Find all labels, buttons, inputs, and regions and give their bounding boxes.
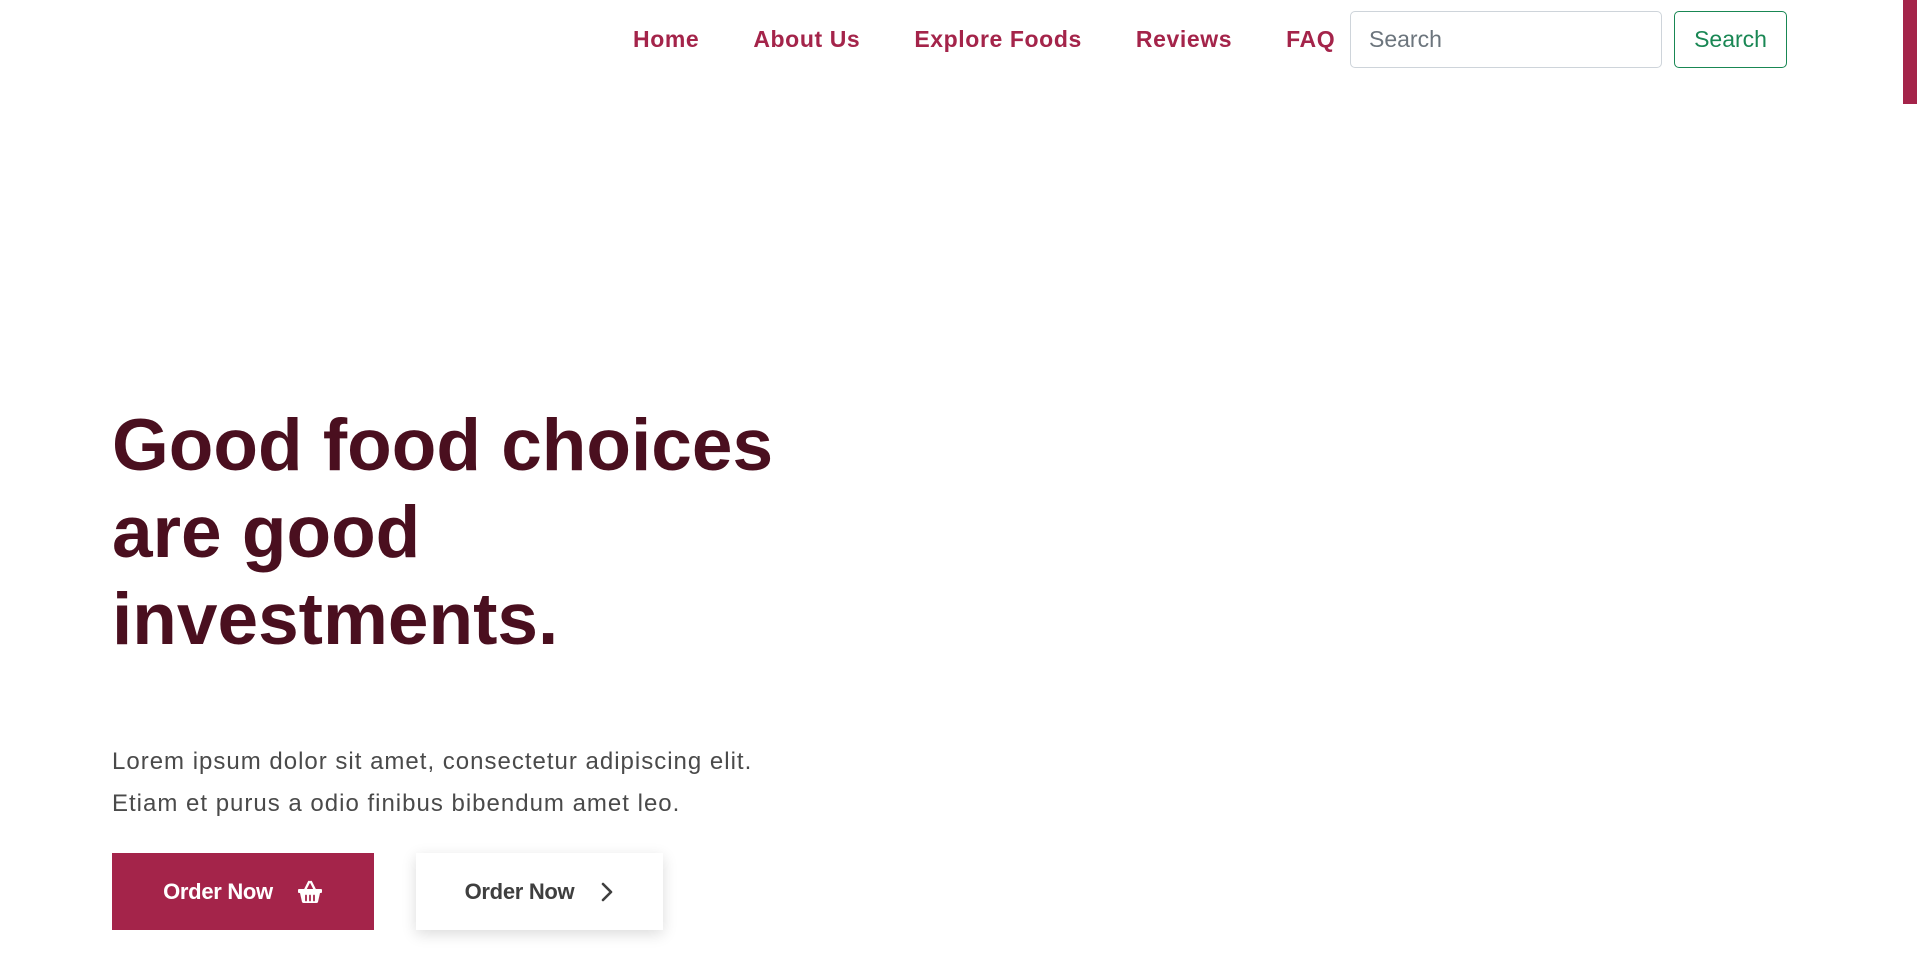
nav-links: Home About Us Explore Foods Reviews FAQ (606, 0, 1362, 78)
hero-description-line: Etiam et purus a odio finibus bibendum a… (112, 790, 681, 817)
hero-description-line: Lorem ipsum dolor sit amet, consectetur … (112, 748, 753, 775)
hero-buttons: Order Now Order Now (112, 853, 663, 930)
search-input[interactable] (1350, 11, 1662, 68)
basket-icon (297, 880, 323, 904)
hero-section: Good food choices are good investments. … (112, 402, 872, 825)
nav-link-home[interactable]: Home (606, 26, 726, 53)
nav-link-explore-foods[interactable]: Explore Foods (887, 26, 1109, 53)
nav-link-reviews[interactable]: Reviews (1109, 26, 1259, 53)
hero-title-line: investments. (112, 579, 559, 660)
scroll-indicator[interactable] (1903, 0, 1917, 104)
order-now-button[interactable]: Order Now (112, 853, 374, 930)
hero-title: Good food choices are good investments. (112, 402, 774, 663)
search-button[interactable]: Search (1674, 11, 1787, 68)
order-now-secondary-button[interactable]: Order Now (416, 853, 663, 930)
order-now-secondary-label: Order Now (464, 878, 575, 904)
order-now-label: Order Now (163, 878, 273, 904)
hero-description: Lorem ipsum dolor sit amet, consectetur … (112, 741, 872, 825)
navbar: Home About Us Explore Foods Reviews FAQ … (0, 0, 1917, 104)
chevron-right-icon (600, 882, 614, 902)
nav-link-faq[interactable]: FAQ (1259, 26, 1362, 53)
search-form: Search (1350, 11, 1787, 68)
hero-title-line: are good (112, 492, 421, 573)
nav-link-about-us[interactable]: About Us (726, 26, 887, 53)
hero-title-line: Good food choices (112, 405, 774, 486)
page: Home About Us Explore Foods Reviews FAQ … (0, 0, 1917, 958)
